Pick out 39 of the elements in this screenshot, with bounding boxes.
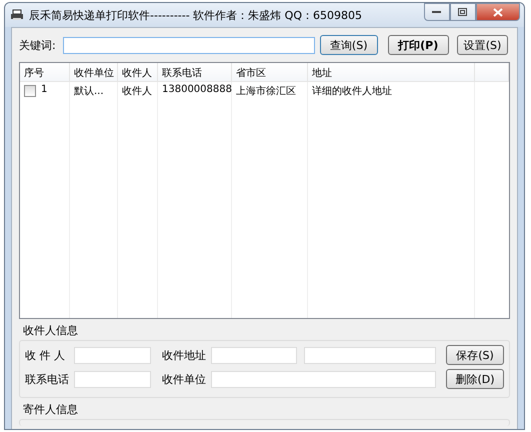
field-label: 收件单位 [162, 372, 204, 386]
input-field[interactable] [304, 346, 436, 364]
table-cell: 1 [41, 84, 48, 95]
delete-button[interactable]: 删除(D) [446, 369, 504, 389]
field-label: 收件地址 [162, 348, 204, 362]
table-cell-text: 默认... [74, 85, 104, 98]
field-label: 收 件 人 [25, 348, 66, 362]
table-cell-text: 收件人 [122, 85, 152, 98]
column-header[interactable]: 序号 [20, 63, 70, 81]
close-button[interactable] [476, 3, 520, 21]
close-icon [493, 8, 503, 16]
toolbar-button[interactable]: 设置(S) [456, 35, 508, 55]
table-cell-text: 上海市徐汇区 [236, 84, 296, 98]
toolbar-button[interactable]: 查询(S) [320, 35, 378, 55]
column-header[interactable]: 收件单位 [70, 63, 118, 81]
keyword-label: 关键词: [19, 38, 56, 52]
field-label: 联系电话 [25, 372, 67, 386]
input-field[interactable] [211, 370, 436, 388]
maximize-button[interactable] [450, 3, 476, 21]
input-field[interactable] [74, 346, 151, 364]
minimize-icon [432, 10, 442, 14]
input-field[interactable] [74, 370, 151, 388]
group-title: 寄件人信息 [23, 402, 79, 417]
table-cell: 13800008888 [162, 84, 232, 95]
maximize-icon [458, 8, 468, 16]
group-title: 收件人信息 [23, 323, 79, 338]
column-header[interactable]: 地址 [308, 63, 475, 81]
column-header[interactable]: 联系电话 [158, 63, 232, 81]
save-button[interactable]: 保存(S) [446, 345, 504, 365]
column-header[interactable]: 省市区 [232, 63, 308, 81]
column-header[interactable]: 收件人 [118, 63, 158, 81]
row-checkbox[interactable] [24, 85, 36, 97]
table-cell-text: 详细的收件人地址 [312, 84, 392, 98]
toolbar-button[interactable]: 打印(P) [388, 35, 449, 55]
input-field[interactable] [211, 346, 297, 364]
keyword-field[interactable] [62, 36, 315, 54]
window-title: 辰禾简易快递单打印软件---------- 软件作者：朱盛炜 QQ：6509805 [29, 8, 362, 22]
minimize-button[interactable] [424, 3, 450, 21]
printer-icon [10, 9, 24, 21]
